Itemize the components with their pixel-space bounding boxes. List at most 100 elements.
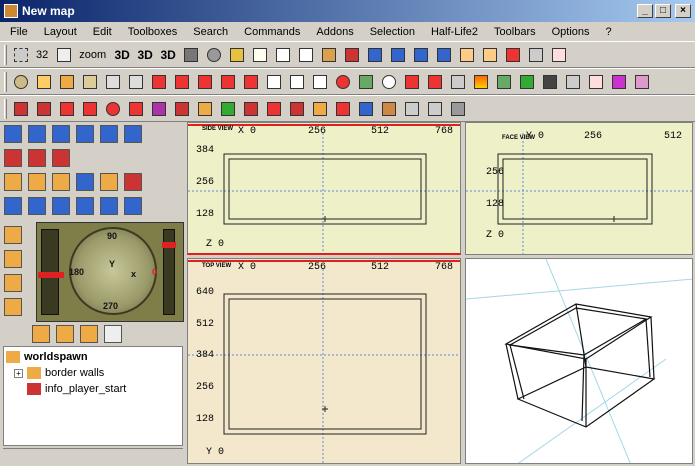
entity-red-icon[interactable] bbox=[4, 149, 22, 167]
menu-half-life2[interactable]: Half-Life2 bbox=[423, 26, 486, 38]
arrow-out-icon[interactable] bbox=[356, 99, 376, 119]
grid-icon[interactable] bbox=[11, 45, 31, 65]
m-icon[interactable] bbox=[264, 99, 284, 119]
expand-icon[interactable]: + bbox=[14, 368, 23, 378]
flip-h-icon[interactable] bbox=[149, 72, 169, 92]
side-viewport[interactable]: SIDE VIEW X 0 256 512 768 384 256 128 Z … bbox=[187, 122, 461, 255]
brush-icon[interactable] bbox=[80, 72, 100, 92]
menu-options[interactable]: Options bbox=[544, 26, 598, 38]
select-icon[interactable] bbox=[34, 72, 54, 92]
house-icon[interactable] bbox=[480, 45, 500, 65]
skew-icon[interactable] bbox=[287, 72, 307, 92]
checker-icon[interactable] bbox=[526, 45, 546, 65]
blue-cube-icon[interactable] bbox=[365, 45, 385, 65]
entity-red-3-icon[interactable] bbox=[52, 149, 70, 167]
menu-help[interactable]: ? bbox=[598, 26, 620, 38]
box-brush-icon[interactable] bbox=[310, 99, 330, 119]
plane-tool-icon[interactable] bbox=[80, 325, 98, 343]
menu-search[interactable]: Search bbox=[185, 26, 236, 38]
spiral-icon[interactable] bbox=[333, 99, 353, 119]
3d-viewport[interactable] bbox=[465, 258, 693, 464]
blue-cube-4-icon[interactable] bbox=[434, 45, 454, 65]
red-cube-2-icon[interactable] bbox=[34, 99, 54, 119]
menu-addons[interactable]: Addons bbox=[308, 26, 361, 38]
document-icon[interactable] bbox=[310, 72, 330, 92]
grid-cube-icon[interactable] bbox=[402, 99, 422, 119]
tree-item[interactable]: info_player_start bbox=[6, 381, 180, 397]
left-slider[interactable] bbox=[38, 229, 64, 315]
zoom-label[interactable]: zoom bbox=[79, 49, 106, 61]
menu-toolbars[interactable]: Toolbars bbox=[486, 26, 544, 38]
shape-icon[interactable] bbox=[494, 72, 514, 92]
brush-sphere-icon[interactable] bbox=[100, 125, 118, 143]
face-icon[interactable] bbox=[57, 72, 77, 92]
blue-box-4-icon[interactable] bbox=[76, 197, 94, 215]
menu-toolboxes[interactable]: Toolboxes bbox=[120, 26, 186, 38]
cube-icon[interactable] bbox=[181, 45, 201, 65]
binoculars-icon[interactable] bbox=[540, 72, 560, 92]
cube-check-icon[interactable] bbox=[218, 99, 238, 119]
paper-icon[interactable] bbox=[250, 45, 270, 65]
menu-layout[interactable]: Layout bbox=[36, 26, 85, 38]
red-cone-icon[interactable] bbox=[124, 173, 142, 191]
blue-box-6-icon[interactable] bbox=[124, 197, 142, 215]
mirror-icon[interactable] bbox=[241, 72, 261, 92]
arrows-icon[interactable] bbox=[126, 72, 146, 92]
clipboard-icon[interactable] bbox=[296, 45, 316, 65]
red-cube-icon[interactable] bbox=[11, 99, 31, 119]
stairs-tool-icon[interactable] bbox=[4, 250, 22, 268]
entity-tool-icon[interactable] bbox=[32, 325, 50, 343]
zoom-icon[interactable] bbox=[54, 45, 74, 65]
brush-block-icon[interactable] bbox=[4, 125, 22, 143]
s-icon[interactable] bbox=[103, 99, 123, 119]
3d-textured-icon[interactable]: 3D bbox=[158, 45, 178, 65]
vertex-icon[interactable] bbox=[11, 72, 31, 92]
frame-red-icon[interactable] bbox=[287, 99, 307, 119]
palette-icon[interactable] bbox=[632, 72, 652, 92]
stop-icon[interactable] bbox=[126, 99, 146, 119]
blue-cube-2-icon[interactable] bbox=[388, 45, 408, 65]
grey-cube-icon[interactable] bbox=[448, 99, 468, 119]
box-icon[interactable] bbox=[319, 45, 339, 65]
multi-cube-icon[interactable] bbox=[172, 99, 192, 119]
tree-root[interactable]: worldspawn bbox=[6, 349, 180, 365]
minus-icon[interactable] bbox=[80, 99, 100, 119]
plus-icon[interactable] bbox=[57, 99, 77, 119]
cube-select-icon[interactable] bbox=[195, 99, 215, 119]
gold-cone-2-icon[interactable] bbox=[52, 173, 70, 191]
globe-icon[interactable] bbox=[333, 72, 353, 92]
tool-icon[interactable] bbox=[563, 72, 583, 92]
brush-cylinder-icon[interactable] bbox=[52, 125, 70, 143]
people-icon[interactable] bbox=[379, 99, 399, 119]
envelope-icon[interactable] bbox=[457, 45, 477, 65]
minimize-button[interactable]: _ bbox=[637, 4, 653, 18]
face-viewport[interactable]: FACE VIEW Y 0 256 512 256 128 Z 0 bbox=[465, 122, 693, 255]
red-box-icon[interactable] bbox=[342, 45, 362, 65]
blue-cone-icon[interactable] bbox=[76, 173, 94, 191]
gold-cube-icon[interactable] bbox=[4, 173, 22, 191]
toolbar-grip[interactable] bbox=[4, 98, 7, 119]
3d-tool-icon[interactable] bbox=[104, 325, 122, 343]
blue-box-5-icon[interactable] bbox=[100, 197, 118, 215]
toolbar-grip[interactable] bbox=[4, 71, 7, 92]
menu-file[interactable]: File bbox=[2, 26, 36, 38]
n-icon[interactable] bbox=[402, 72, 422, 92]
face-smile-icon[interactable] bbox=[379, 72, 399, 92]
rotation-dial[interactable]: 90 270 180 Y x 0 bbox=[69, 227, 157, 315]
3d-solid-icon[interactable]: 3D bbox=[135, 45, 155, 65]
blue-cube-3-icon[interactable] bbox=[411, 45, 431, 65]
texture-lock-icon[interactable] bbox=[204, 45, 224, 65]
blue-box-icon[interactable] bbox=[4, 197, 22, 215]
blue-box-2-icon[interactable] bbox=[28, 197, 46, 215]
rotate-2-icon[interactable] bbox=[218, 72, 238, 92]
pointer-icon[interactable] bbox=[103, 72, 123, 92]
gold-cone-3-icon[interactable] bbox=[100, 173, 118, 191]
scale-icon[interactable] bbox=[264, 72, 284, 92]
cube-red-icon[interactable] bbox=[241, 99, 261, 119]
entity-red-2-icon[interactable] bbox=[28, 149, 46, 167]
gold-cone-icon[interactable] bbox=[28, 173, 46, 191]
gradient-icon[interactable] bbox=[471, 72, 491, 92]
right-slider[interactable] bbox=[162, 229, 176, 315]
delete-icon[interactable] bbox=[549, 45, 569, 65]
wedge-tool-icon[interactable] bbox=[4, 298, 22, 316]
